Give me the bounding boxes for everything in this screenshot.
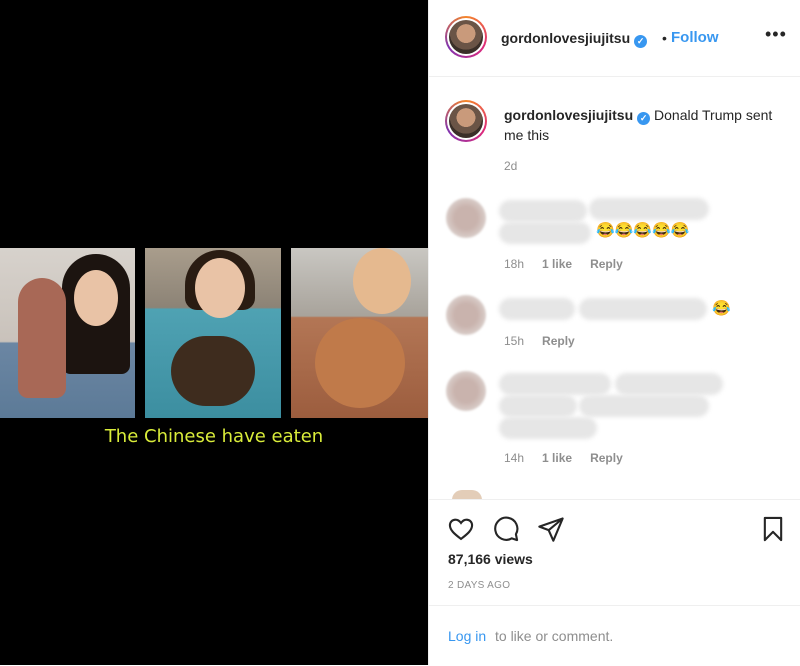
caption-avatar[interactable]: [445, 100, 487, 142]
caption-timestamp[interactable]: 2d: [504, 159, 517, 173]
comment-icon[interactable]: [492, 515, 520, 543]
blurred-text: [579, 395, 709, 417]
comment-meta: 15h Reply: [504, 334, 575, 348]
comment-time[interactable]: 18h: [504, 257, 524, 271]
post-header: gordonlovesjiujitsu ✓ • Follow •••: [429, 0, 800, 77]
comment-time[interactable]: 15h: [504, 334, 524, 348]
blurred-username: [499, 200, 587, 222]
comment-avatar[interactable]: [446, 295, 486, 335]
comment-emoji: 😂😂😂😂😂: [596, 222, 690, 239]
comment-time[interactable]: 14h: [504, 451, 524, 465]
instagram-post: The Chinese have eaten gordonlovesjiujit…: [0, 0, 800, 665]
profile-avatar[interactable]: [445, 16, 487, 58]
bookmark-icon[interactable]: [759, 515, 787, 543]
comment-meta: 18h 1 like Reply: [504, 257, 623, 271]
blurred-text: [579, 298, 707, 320]
post-panel: gordonlovesjiujitsu ✓ • Follow ••• gordon…: [428, 0, 800, 665]
login-prompt: Log in to like or comment.: [429, 605, 800, 666]
comment-likes[interactable]: 1 like: [542, 257, 572, 271]
caption-body: gordonlovesjiujitsu ✓ Donald Trump sent m…: [504, 105, 774, 145]
header-username[interactable]: gordonlovesjiujitsu ✓: [501, 30, 648, 48]
verified-badge-icon: ✓: [637, 112, 651, 125]
video-frame-3: [291, 248, 428, 418]
video-frame-2: [145, 248, 281, 418]
reply-button[interactable]: Reply: [590, 451, 623, 465]
caption-username[interactable]: gordonlovesjiujitsu ✓: [504, 107, 651, 125]
action-bar: 87,166 views 2 DAYS AGO: [429, 499, 800, 606]
video-frame-1: [0, 248, 135, 418]
blurred-text: [499, 395, 577, 417]
video-player[interactable]: The Chinese have eaten: [0, 0, 428, 665]
follow-button[interactable]: Follow: [671, 29, 719, 46]
separator-dot: •: [662, 30, 667, 46]
comment-likes[interactable]: 1 like: [542, 451, 572, 465]
verified-badge-icon: ✓: [634, 35, 648, 48]
post-date[interactable]: 2 DAYS AGO: [448, 580, 510, 591]
login-prompt-text: to like or comment.: [495, 628, 614, 644]
comment-emoji: 😂: [712, 300, 731, 317]
login-link[interactable]: Log in: [448, 628, 486, 644]
view-count[interactable]: 87,166 views: [448, 551, 533, 567]
video-subtitle: The Chinese have eaten: [104, 426, 324, 447]
reply-button[interactable]: Reply: [590, 257, 623, 271]
blurred-text: [499, 222, 591, 244]
comment-meta: 14h 1 like Reply: [504, 451, 623, 465]
blurred-text: [615, 373, 723, 395]
reply-button[interactable]: Reply: [542, 334, 575, 348]
blurred-username: [499, 298, 575, 320]
share-icon[interactable]: [537, 515, 565, 543]
blurred-username: [499, 373, 611, 395]
blurred-text: [589, 198, 709, 220]
blurred-text: [499, 417, 597, 439]
comment-avatar[interactable]: [446, 371, 486, 411]
heart-icon[interactable]: [447, 515, 475, 543]
more-options-icon[interactable]: •••: [765, 24, 787, 45]
comment-avatar[interactable]: [446, 198, 486, 238]
